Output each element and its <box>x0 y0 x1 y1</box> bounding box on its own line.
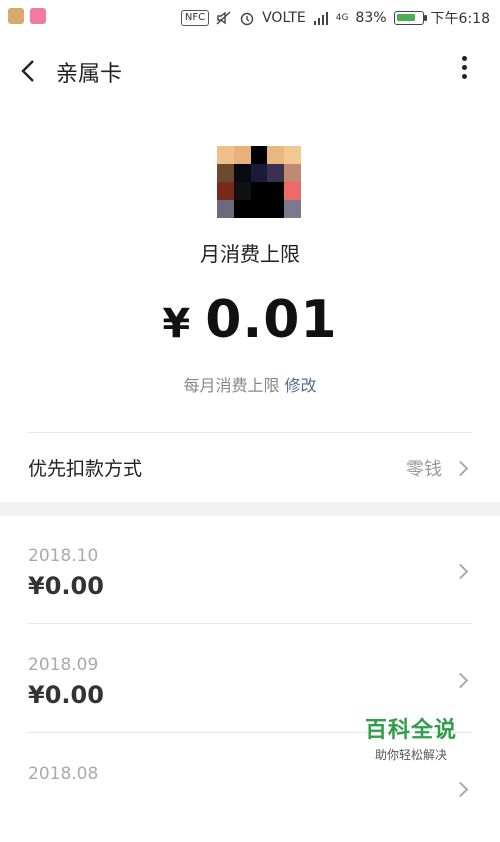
avatar-pixel <box>217 182 234 200</box>
avatar-pixel <box>284 200 301 218</box>
avatar-pixel <box>267 182 285 200</box>
chevron-right-icon <box>452 460 469 477</box>
avatar-pixel <box>233 182 251 200</box>
app-notification-icon <box>8 8 24 24</box>
chevron-right-icon <box>452 672 469 689</box>
alarm-icon <box>240 12 254 26</box>
month-date: 2018.09 <box>28 655 99 675</box>
page-title: 亲属卡 <box>56 62 123 87</box>
monthly-limit-text: 每月消费上限 <box>183 376 280 395</box>
network-type: 4G <box>335 13 349 23</box>
avatar-pixel <box>217 164 234 182</box>
avatar-pixel <box>217 146 234 164</box>
month-amount: ¥0.00 <box>28 681 104 709</box>
signal-icon <box>313 12 328 25</box>
watermark: 百科全说 助你轻松解决 <box>356 712 466 763</box>
avatar <box>217 146 301 218</box>
volte-label: VOLTE <box>262 10 306 26</box>
divider <box>28 623 472 624</box>
app-notification-icon <box>30 8 46 24</box>
avatar-pixel <box>233 164 251 182</box>
avatar-pixel <box>217 200 234 218</box>
divider <box>28 432 472 433</box>
month-amount: ¥0.00 <box>28 572 104 600</box>
monthly-limit-info: 每月消费上限 修改 <box>0 372 500 396</box>
avatar-pixel <box>284 164 301 182</box>
back-icon[interactable] <box>18 58 40 84</box>
avatar-pixel <box>250 164 268 182</box>
watermark-title: 百科全说 <box>364 718 457 743</box>
avatar-pixel <box>250 182 268 200</box>
month-date: 2018.08 <box>28 764 99 784</box>
status-indicators: NFC VOLTE 4G 83% 下午6:18 <box>180 8 490 28</box>
battery-icon <box>393 11 427 25</box>
currency-symbol: ¥ <box>162 301 192 347</box>
card-limit-label: 月消费上限 <box>200 242 300 266</box>
watermark-subtitle: 助你轻松解决 <box>374 748 447 762</box>
chevron-right-icon <box>452 563 469 580</box>
section-gap <box>0 502 500 516</box>
avatar-pixel <box>250 200 268 218</box>
battery-percent: 83% <box>355 10 387 26</box>
month-date: 2018.10 <box>28 546 99 566</box>
title-bar: 亲属卡 <box>0 44 500 96</box>
avatar-pixel <box>284 146 301 164</box>
month-record-row[interactable]: 2018.10 ¥0.00 <box>0 516 500 624</box>
payment-method-value: 零钱 <box>406 459 442 480</box>
avatar-pixel <box>267 146 285 164</box>
avatar-pixel <box>233 200 251 218</box>
avatar-pixel <box>233 146 251 164</box>
card-amount: ¥0.01 <box>0 290 500 350</box>
payment-method-label: 优先扣款方式 <box>28 458 143 480</box>
avatar-pixel <box>267 164 285 182</box>
more-options-icon[interactable] <box>458 52 470 88</box>
payment-method-row[interactable]: 优先扣款方式 零钱 <box>0 440 500 498</box>
avatar-pixel <box>284 182 301 200</box>
notification-icons <box>8 8 46 24</box>
status-bar: NFC VOLTE 4G 83% 下午6:18 <box>0 0 500 36</box>
clock: 下午6:18 <box>430 11 490 27</box>
modify-limit-link[interactable]: 修改 <box>285 376 317 395</box>
mute-icon <box>216 11 231 25</box>
avatar-pixel <box>267 200 285 218</box>
amount-value: 0.01 <box>205 290 338 350</box>
nfc-icon: NFC <box>180 10 210 26</box>
avatar-pixel <box>250 146 268 164</box>
